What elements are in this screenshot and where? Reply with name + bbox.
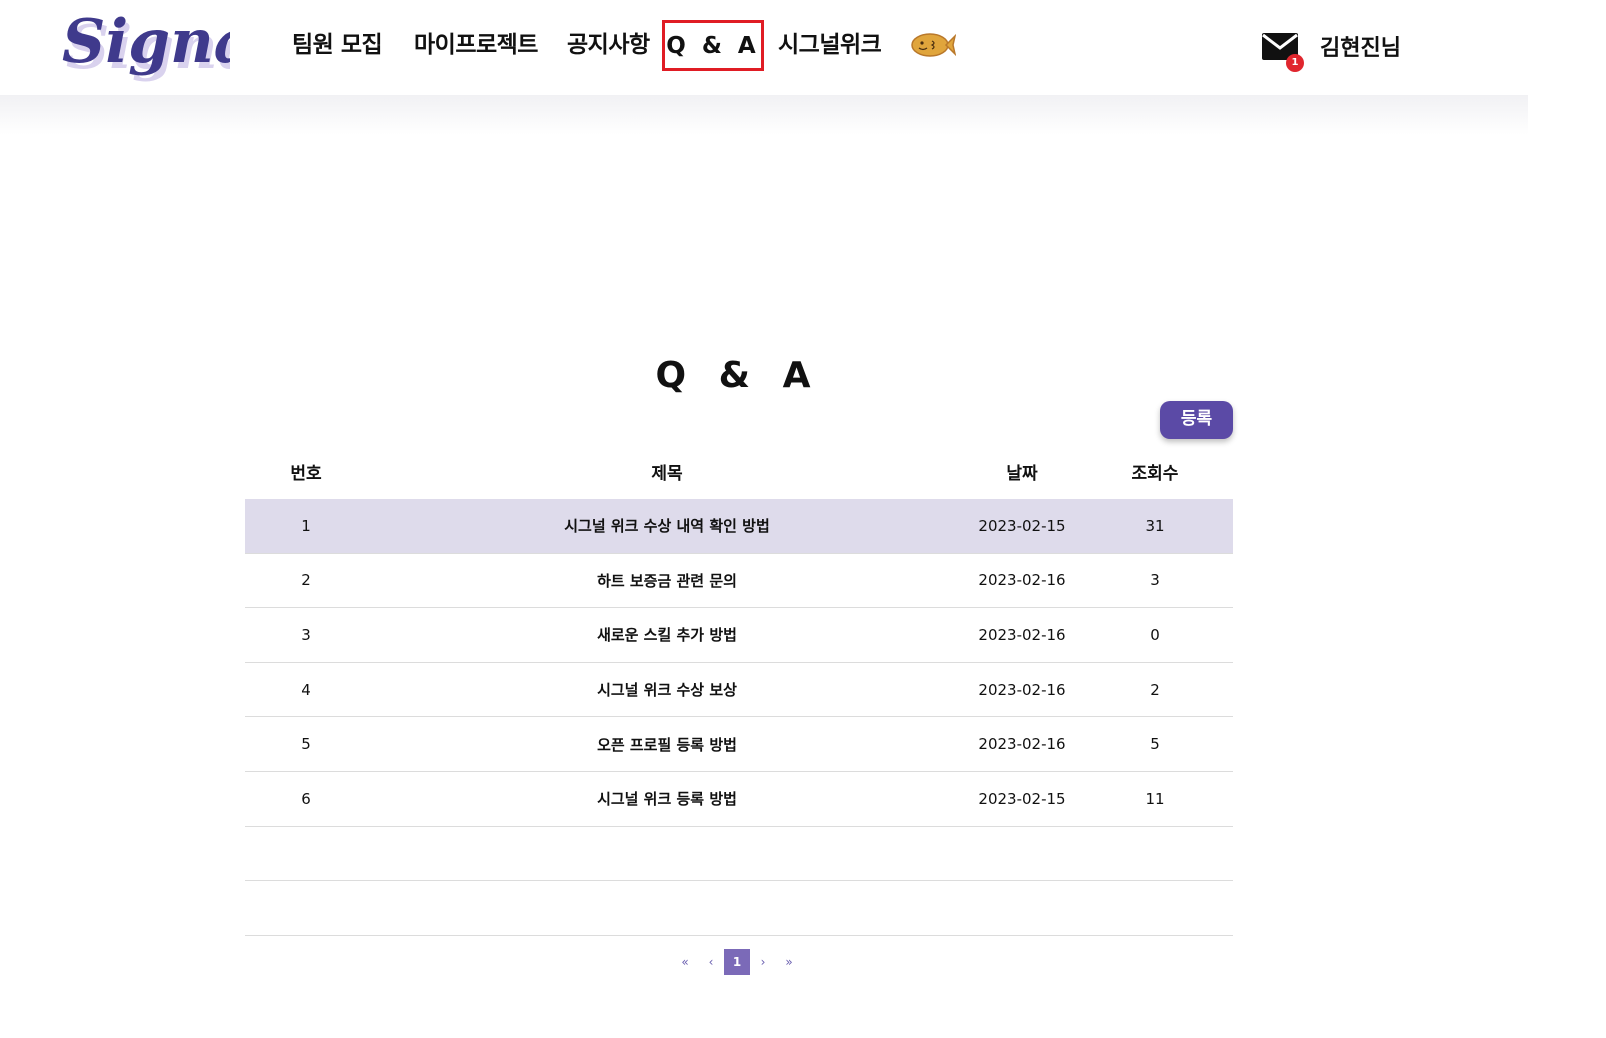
column-header-views: 조회수	[1131, 463, 1179, 484]
row-views: 0	[1150, 625, 1160, 644]
table-row[interactable]: 2 하트 보증금 관련 문의 2023-02-16 3	[245, 554, 1233, 609]
column-header-title: 제목	[651, 463, 683, 484]
nav-my-project[interactable]: 마이프로젝트	[414, 28, 538, 62]
table-row[interactable]: 4 시그널 위크 수상 보상 2023-02-16 2	[245, 663, 1233, 718]
nav-signal-week[interactable]: 시그널위크	[778, 28, 882, 62]
fish-bread-icon[interactable]	[910, 32, 956, 58]
nav-team-recruit[interactable]: 팀원 모집	[292, 28, 383, 62]
table-header: 번호 제목 날짜 조회수	[245, 443, 1233, 499]
row-number: 4	[301, 680, 311, 699]
row-title[interactable]: 새로운 스킬 추가 방법	[367, 624, 967, 645]
column-header-date: 날짜	[1006, 463, 1038, 484]
row-date: 2023-02-15	[978, 789, 1066, 808]
row-title[interactable]: 시그널 위크 수상 내역 확인 방법	[367, 515, 967, 536]
nav-notice[interactable]: 공지사항	[567, 28, 650, 62]
row-number: 2	[301, 571, 311, 590]
table-row[interactable]: 1 시그널 위크 수상 내역 확인 방법 2023-02-15 31	[245, 499, 1233, 554]
table-row[interactable]: 5 오픈 프로필 등록 방법 2023-02-16 5	[245, 717, 1233, 772]
row-views: 5	[1150, 735, 1160, 754]
row-title[interactable]: 시그널 위크 수상 보상	[367, 679, 967, 700]
row-number: 3	[301, 625, 311, 644]
row-views: 3	[1150, 571, 1160, 590]
qa-table: 번호 제목 날짜 조회수 1 시그널 위크 수상 내역 확인 방법 2023-0…	[245, 443, 1233, 936]
user-name[interactable]: 김현진님	[1320, 30, 1401, 62]
page-number-button[interactable]: 1	[724, 949, 750, 975]
empty-row	[245, 827, 1233, 882]
row-views: 2	[1150, 680, 1160, 699]
column-header-number: 번호	[290, 463, 322, 484]
last-page-button[interactable]: »	[776, 949, 802, 975]
table-row[interactable]: 6 시그널 위크 등록 방법 2023-02-15 11	[245, 772, 1233, 827]
row-date: 2023-02-16	[978, 735, 1066, 754]
signal-logo[interactable]: Signal Signal	[60, 4, 230, 92]
header-shadow	[0, 95, 1528, 135]
row-views: 11	[1145, 789, 1165, 808]
mail-count-badge: 1	[1286, 54, 1304, 72]
empty-row	[245, 881, 1233, 936]
first-page-button[interactable]: «	[672, 949, 698, 975]
pagination: « ‹ 1 › »	[672, 948, 802, 976]
next-page-button[interactable]: ›	[750, 949, 776, 975]
row-number: 1	[301, 516, 311, 535]
row-date: 2023-02-16	[978, 625, 1066, 644]
nav-qa[interactable]: Q & A	[662, 20, 764, 71]
svg-text:Signal: Signal	[62, 7, 230, 77]
row-number: 6	[301, 789, 311, 808]
row-date: 2023-02-15	[978, 516, 1066, 535]
table-row[interactable]: 3 새로운 스킬 추가 방법 2023-02-16 0	[245, 608, 1233, 663]
page-title: Q & A	[655, 355, 821, 396]
row-title[interactable]: 오픈 프로필 등록 방법	[367, 734, 967, 755]
row-date: 2023-02-16	[978, 571, 1066, 590]
prev-page-button[interactable]: ‹	[698, 949, 724, 975]
row-views: 31	[1145, 516, 1165, 535]
site-header: Signal Signal 팀원 모집 마이프로젝트 공지사항 Q & A 시그…	[0, 0, 1528, 95]
row-date: 2023-02-16	[978, 680, 1066, 699]
row-number: 5	[301, 735, 311, 754]
row-title[interactable]: 하트 보증금 관련 문의	[367, 570, 967, 591]
row-title[interactable]: 시그널 위크 등록 방법	[367, 788, 967, 809]
register-button[interactable]: 등록	[1160, 401, 1233, 439]
